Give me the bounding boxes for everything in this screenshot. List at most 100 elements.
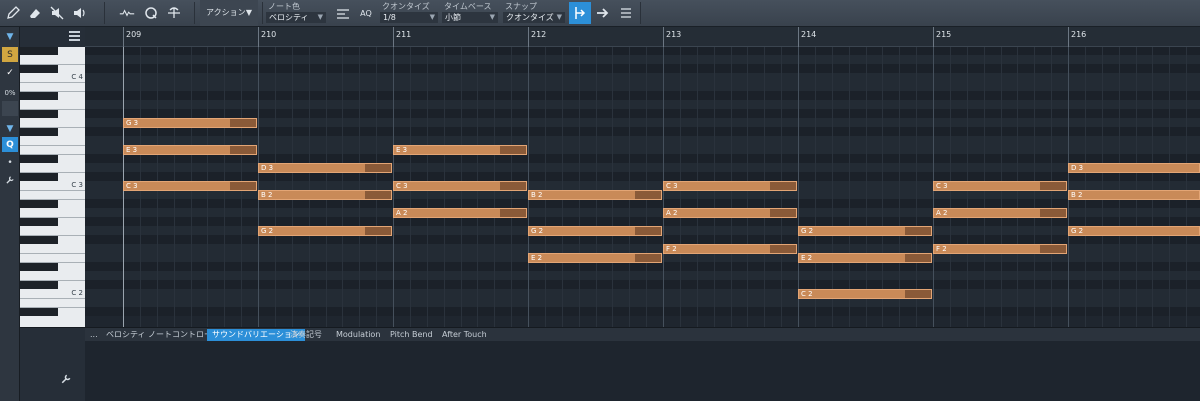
midi-note[interactable]: A 2 — [933, 208, 1067, 218]
aq-button[interactable]: AQ — [355, 2, 377, 24]
midi-note[interactable]: F 2 — [663, 244, 797, 254]
wrench-icon[interactable] — [2, 172, 18, 187]
bar-tick — [258, 27, 259, 47]
black-key[interactable] — [20, 235, 58, 244]
midi-note[interactable]: B 2 — [258, 190, 392, 200]
midi-note[interactable]: F 2 — [933, 244, 1067, 254]
midi-note[interactable]: C 2 — [798, 289, 932, 299]
timebase-select[interactable]: 小節 ▼ — [442, 12, 498, 23]
midi-note[interactable]: B 2 — [1068, 190, 1200, 200]
piano-keyboard[interactable]: C 4 C 3 C 2 — [20, 47, 85, 327]
controller-tab[interactable]: Pitch Bend — [385, 329, 438, 341]
note-label: G 2 — [801, 227, 814, 235]
grid-row — [85, 64, 1200, 73]
midi-note[interactable]: G 2 — [258, 226, 392, 236]
black-key[interactable] — [20, 109, 58, 118]
midi-note[interactable]: A 2 — [663, 208, 797, 218]
action-menu-button[interactable]: アクション ▼ — [200, 0, 258, 26]
midi-note[interactable]: E 3 — [393, 145, 527, 155]
note-color-select[interactable]: ベロシティ ▼ — [266, 12, 326, 23]
midi-note[interactable]: B 2 — [528, 190, 662, 200]
velocity-adjust-icon[interactable] — [332, 2, 354, 24]
more-tabs-button[interactable]: ... — [85, 329, 103, 341]
midi-note[interactable]: C 3 — [663, 181, 797, 191]
white-key-divider — [20, 235, 85, 236]
note-label: A 2 — [666, 209, 678, 217]
controller-tab[interactable]: 演奏記号 — [285, 329, 327, 341]
midi-note[interactable]: E 3 — [123, 145, 257, 155]
bend-tool-icon[interactable] — [114, 2, 140, 24]
chevron-down-icon[interactable]: ▼ — [2, 29, 18, 44]
snap-toggle-icon[interactable] — [569, 2, 591, 24]
midi-note[interactable]: C 3 — [933, 181, 1067, 191]
note-velocity-tail — [635, 191, 661, 199]
note-grid[interactable]: G 3 E 3 C 3 D 3 B 2 G 2 E 3 C 3 A 2 B 2 G 2 E 2 C 3 A… — [85, 47, 1200, 327]
controller-tab[interactable]: Modulation — [331, 329, 385, 341]
timeline-ruler[interactable]: 209 210 211 212 213 214 215 216 — [85, 27, 1200, 47]
black-key[interactable] — [20, 217, 58, 226]
midi-note[interactable]: G 2 — [798, 226, 932, 236]
midi-note[interactable]: E 2 — [528, 253, 662, 263]
note-velocity-tail — [905, 227, 931, 235]
beat-line — [376, 47, 377, 327]
grid-row — [85, 82, 1200, 91]
midi-note[interactable]: C 3 — [123, 181, 257, 191]
wrench-icon[interactable] — [60, 370, 72, 389]
midi-note[interactable]: E 2 — [798, 253, 932, 263]
quantize-q-icon[interactable] — [140, 2, 162, 24]
midi-note[interactable]: C 3 — [393, 181, 527, 191]
controller-tab[interactable]: After Touch — [437, 329, 492, 341]
black-key[interactable] — [20, 154, 58, 163]
note-label: F 2 — [936, 245, 947, 253]
midi-note[interactable]: G 2 — [1068, 226, 1200, 236]
eraser-tool-icon[interactable] — [24, 2, 46, 24]
snap-select[interactable]: クオンタイズ ▼ — [503, 12, 565, 23]
beat-line — [1102, 47, 1103, 327]
white-key-divider — [20, 199, 85, 200]
dot-icon[interactable]: • — [2, 155, 18, 170]
black-key[interactable] — [20, 91, 58, 100]
slot-button[interactable] — [2, 101, 18, 116]
split-tool-icon[interactable] — [163, 2, 185, 24]
arrow-right-icon[interactable] — [592, 2, 614, 24]
note-label: B 2 — [261, 191, 273, 199]
midi-note[interactable]: A 2 — [393, 208, 527, 218]
q-icon[interactable]: Q — [2, 137, 18, 152]
note-velocity-tail — [230, 119, 256, 127]
chevron-down-icon: ▼ — [245, 8, 252, 17]
step-record-icon[interactable] — [615, 2, 637, 24]
black-key[interactable] — [20, 127, 58, 136]
beat-line — [646, 47, 647, 327]
listen-tool-icon[interactable] — [68, 2, 90, 24]
chevron-down-icon[interactable]: ▼ — [2, 121, 18, 136]
pencil-tool-icon[interactable] — [2, 2, 24, 24]
menu-icon[interactable] — [69, 31, 80, 41]
beat-line — [1152, 47, 1153, 327]
bar-tick — [1068, 27, 1069, 47]
controller-lane[interactable] — [85, 341, 1200, 401]
black-key[interactable] — [20, 262, 58, 271]
solo-button[interactable]: S — [2, 47, 18, 62]
bar-number: 212 — [531, 30, 547, 39]
black-key[interactable] — [20, 280, 58, 289]
note-velocity-tail — [770, 182, 796, 190]
white-key-divider — [20, 307, 85, 308]
black-key[interactable] — [20, 199, 58, 208]
quantize-select[interactable]: 1/8 ▼ — [380, 12, 438, 23]
grid-row — [85, 73, 1200, 82]
black-key[interactable] — [20, 172, 58, 181]
midi-note[interactable]: D 3 — [1068, 163, 1200, 173]
beat-line — [579, 47, 580, 327]
note-velocity-tail — [365, 164, 391, 172]
beat-line — [275, 47, 276, 327]
black-key[interactable] — [20, 64, 58, 73]
midi-note[interactable]: G 2 — [528, 226, 662, 236]
black-key[interactable] — [20, 47, 58, 55]
beat-line — [849, 47, 850, 327]
black-key[interactable] — [20, 307, 58, 316]
mute-tool-icon[interactable] — [46, 2, 68, 24]
midi-note[interactable]: D 3 — [258, 163, 392, 173]
note-velocity-tail — [1040, 182, 1066, 190]
midi-note[interactable]: G 3 — [123, 118, 257, 128]
checkmark-icon[interactable]: ✓ — [2, 65, 18, 80]
